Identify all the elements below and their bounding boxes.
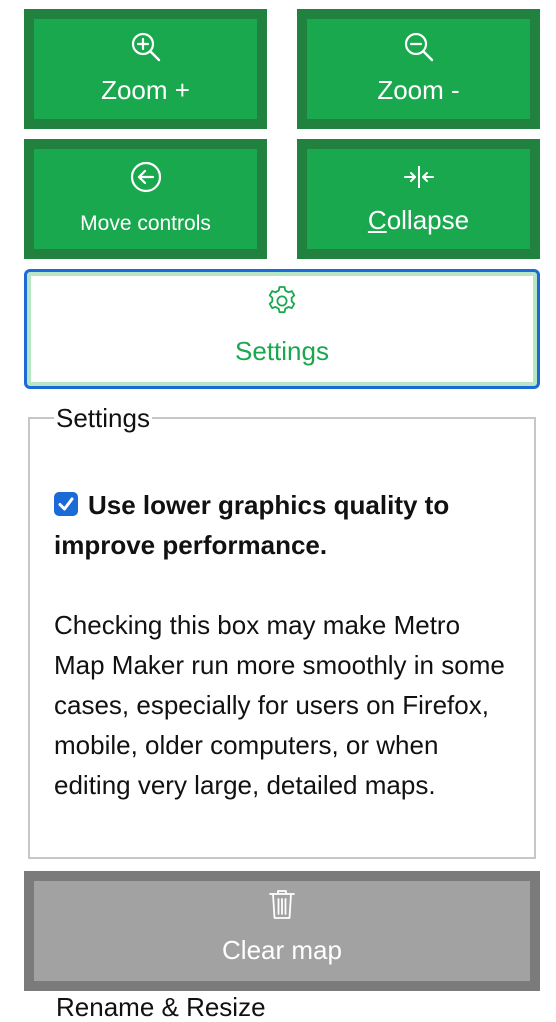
collapse-accesskey: C <box>367 205 387 235</box>
low-graphics-checkbox[interactable] <box>54 492 78 516</box>
settings-legend: Settings <box>56 403 150 433</box>
zoom-out-label: Zoom - <box>377 75 460 105</box>
low-graphics-label[interactable]: Use lower graphics quality to improve pe… <box>54 490 449 560</box>
clear-map-button[interactable]: Clear map <box>24 871 540 991</box>
settings-panel: Settings Use lower graphics quality to i… <box>28 403 536 859</box>
rename-resize-heading: Rename & Resize <box>56 992 266 1022</box>
settings-button[interactable]: Settings <box>24 269 540 389</box>
zoom-in-button[interactable]: Zoom + <box>24 9 267 129</box>
low-graphics-description: Checking this box may make Metro Map Mak… <box>54 610 505 800</box>
settings-button-label: Settings <box>235 336 329 366</box>
collapse-button[interactable]: Collapse <box>297 139 540 259</box>
checkmark-icon <box>58 497 74 511</box>
zoom-in-label: Zoom + <box>101 75 190 105</box>
zoom-in-icon <box>131 32 160 62</box>
move-controls-label: Move controls <box>80 212 211 235</box>
trash-icon <box>269 890 295 919</box>
gear-icon <box>268 286 296 314</box>
clear-map-label: Clear map <box>222 935 342 965</box>
arrow-left-circle-icon <box>130 161 161 193</box>
collapse-label-rest: ollapse <box>386 205 470 235</box>
zoom-out-button[interactable]: Zoom - <box>297 9 540 129</box>
collapse-label: Collapse <box>307 205 530 235</box>
move-controls-button[interactable]: Move controls <box>24 139 267 259</box>
settings-button-inner: Settings <box>31 276 533 382</box>
collapse-icon <box>403 166 434 188</box>
low-graphics-option: Use lower graphics quality to improve pe… <box>54 485 494 565</box>
zoom-out-icon <box>404 32 433 62</box>
